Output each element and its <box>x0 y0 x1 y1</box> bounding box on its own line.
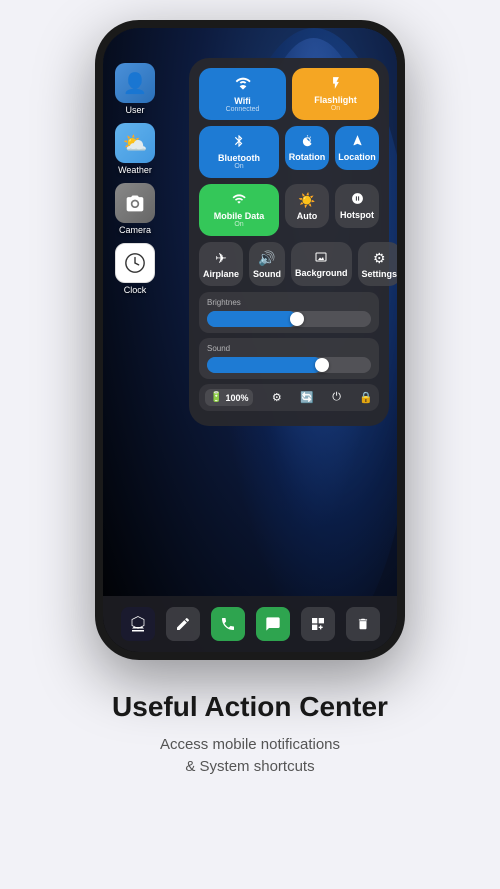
text-section: Useful Action Center Access mobile notif… <box>72 690 428 809</box>
brightness-section: Brightnes <box>199 292 379 333</box>
location-tile[interactable]: Location <box>335 126 379 170</box>
home-icons: 👤 User ⛅ Weather Camera <box>115 63 155 295</box>
flashlight-tile[interactable]: Flashlight On <box>292 68 379 120</box>
home-icon-clock[interactable]: Clock <box>115 243 155 295</box>
sub-text: Access mobile notifications& System shor… <box>112 734 388 779</box>
bluetooth-tile[interactable]: Bluetooth On <box>199 126 279 178</box>
bottom-bar: 🔋 100% ⚙ 🔄 ⏻ 🔒 <box>199 384 379 411</box>
airplane-tile[interactable]: ✈ Airplane <box>199 242 243 286</box>
home-icon-camera[interactable]: Camera <box>115 183 155 235</box>
sound-slider[interactable] <box>207 357 371 373</box>
rotate-icon[interactable]: 🔄 <box>300 391 314 404</box>
dock-messages[interactable] <box>256 607 290 641</box>
hotspot-tile[interactable]: Hotspot <box>335 184 379 228</box>
home-icon-weather[interactable]: ⛅ Weather <box>115 123 155 175</box>
home-icon-user[interactable]: 👤 User <box>115 63 155 115</box>
main-title: Useful Action Center <box>112 690 388 724</box>
sound-tile[interactable]: 🔊 Sound <box>249 242 285 286</box>
dock-phone[interactable] <box>211 607 245 641</box>
battery-indicator: 🔋 100% <box>205 389 253 406</box>
settings-bottom-icon[interactable]: ⚙ <box>272 391 282 404</box>
dock-multitask[interactable] <box>301 607 335 641</box>
battery-percent: 100% <box>225 393 248 403</box>
battery-icon: 🔋 <box>210 392 222 403</box>
phone-frame: 👤 User ⛅ Weather Camera <box>95 20 405 660</box>
settings-tile[interactable]: ⚙ Settings <box>358 242 402 286</box>
dock-trash[interactable] <box>346 607 380 641</box>
lock-icon[interactable]: 🔒 <box>359 391 373 404</box>
mobile-data-tile[interactable]: Mobile Data On <box>199 184 279 236</box>
wifi-tile[interactable]: Wifi Connected <box>199 68 286 120</box>
dock-finder[interactable] <box>121 607 155 641</box>
brightness-slider[interactable] <box>207 311 371 327</box>
sound-section: Sound <box>199 338 379 379</box>
background-tile[interactable]: Background <box>291 242 352 286</box>
power-icon[interactable]: ⏻ <box>332 391 341 404</box>
auto-tile[interactable]: ☀️ Auto <box>285 184 329 228</box>
phone-wrapper: 👤 User ⛅ Weather Camera <box>95 20 405 660</box>
control-center: Wifi Connected Flashlight On <box>189 58 389 426</box>
rotation-tile[interactable]: Rotation <box>285 126 329 170</box>
dock <box>103 596 397 652</box>
dock-notes[interactable] <box>166 607 200 641</box>
